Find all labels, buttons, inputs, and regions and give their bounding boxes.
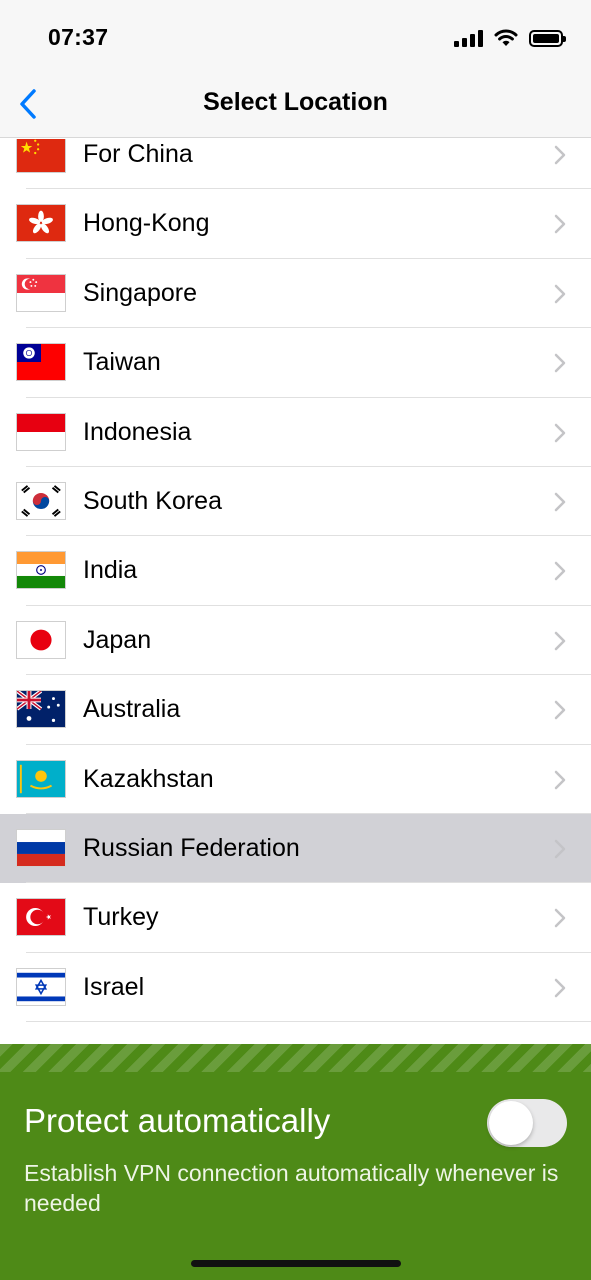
location-row[interactable]: Singapore <box>0 258 591 329</box>
cellular-signal-icon <box>454 29 483 47</box>
protect-automatically-panel: Protect automatically Establish VPN conn… <box>0 1044 591 1280</box>
location-row[interactable]: Taiwan <box>0 328 591 398</box>
chevron-right-icon <box>553 422 567 444</box>
tw-flag-icon <box>16 343 66 382</box>
chevron-right-icon <box>553 283 567 305</box>
chevron-right-icon <box>553 560 567 582</box>
location-label: Australia <box>83 695 181 724</box>
chevron-right-icon <box>553 213 567 235</box>
location-label: Taiwan <box>83 348 161 377</box>
status-bar: 07:37 <box>0 0 591 70</box>
stripe-divider <box>0 1044 591 1072</box>
chevron-right-icon <box>553 352 567 374</box>
location-row[interactable]: Turkey <box>0 883 591 954</box>
wifi-icon <box>494 29 518 46</box>
location-label: India <box>83 556 138 585</box>
location-label: Israel <box>83 972 145 1001</box>
protect-automatically-toggle[interactable] <box>487 1099 567 1147</box>
status-time: 07:37 <box>48 24 109 50</box>
battery-icon <box>529 29 566 47</box>
location-label: Russian Federation <box>83 833 300 862</box>
chevron-right-icon <box>553 699 567 721</box>
location-row[interactable]: Russian Federation <box>0 813 591 884</box>
hk-flag-icon <box>16 204 66 243</box>
location-label: For China <box>83 140 193 168</box>
location-label: Kazakhstan <box>83 764 214 793</box>
cn-flag-icon <box>16 139 66 173</box>
chevron-right-icon <box>553 977 567 999</box>
location-row[interactable]: Israel <box>0 952 591 1023</box>
au-flag-icon <box>16 690 66 729</box>
location-label: Indonesia <box>83 417 192 446</box>
location-label: Turkey <box>83 903 159 932</box>
tr-flag-icon <box>16 898 66 937</box>
chevron-right-icon <box>553 630 567 652</box>
location-label: Hong-Kong <box>83 209 210 238</box>
sg-flag-icon <box>16 273 66 312</box>
chevron-right-icon <box>553 838 567 860</box>
protect-automatically-description: Establish VPN connection automatically w… <box>24 1160 559 1216</box>
location-row[interactable]: Indonesia <box>0 397 591 468</box>
navigation-bar: Select Location <box>0 70 591 138</box>
home-indicator[interactable] <box>191 1260 401 1267</box>
location-row[interactable]: India <box>0 536 591 607</box>
chevron-right-icon <box>553 769 567 791</box>
id-flag-icon <box>16 412 66 451</box>
chevron-right-icon <box>553 907 567 929</box>
protect-automatically-title: Protect automatically <box>24 1102 331 1139</box>
location-row[interactable]: Hong-Kong <box>0 189 591 260</box>
location-row[interactable]: South Korea <box>0 466 591 537</box>
location-row[interactable]: Kazakhstan <box>0 744 591 815</box>
page-title: Select Location <box>203 88 388 116</box>
chevron-right-icon <box>553 491 567 513</box>
in-flag-icon <box>16 551 66 590</box>
location-label: Singapore <box>83 278 197 307</box>
jp-flag-icon <box>16 620 66 659</box>
location-label: South Korea <box>83 486 222 515</box>
kr-flag-icon <box>16 481 66 520</box>
location-list[interactable]: For China Hong-Kong Singapore Taiwan Indones… <box>0 139 591 1044</box>
toggle-knob <box>489 1101 533 1145</box>
location-row[interactable]: Japan <box>0 605 591 676</box>
location-row[interactable]: Australia <box>0 675 591 745</box>
ru-flag-icon <box>16 828 66 867</box>
il-flag-icon <box>16 967 66 1006</box>
kz-flag-icon <box>16 759 66 798</box>
location-row[interactable]: For China <box>0 139 591 190</box>
location-label: Japan <box>83 625 152 654</box>
status-icons <box>454 26 566 50</box>
chevron-right-icon <box>553 144 567 166</box>
